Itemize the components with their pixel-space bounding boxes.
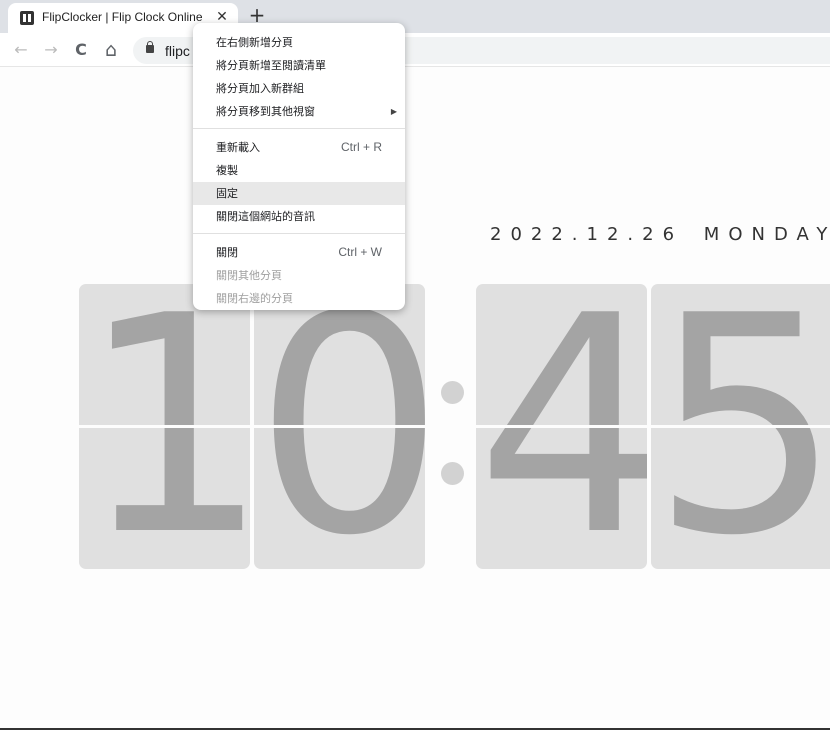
menu-divider [193,233,405,234]
card-split-line [476,425,647,428]
hour-tens-card: 1 [79,284,250,569]
tab-title: FlipClocker | Flip Clock Online a [42,10,202,24]
menu-item-close[interactable]: 關閉 Ctrl + W [193,241,405,264]
menu-item-shortcut: Ctrl + W [338,245,382,259]
menu-item-duplicate[interactable]: 複製 [193,159,405,182]
menu-item-close-right[interactable]: 關閉右邊的分頁 [193,287,405,310]
home-icon[interactable]: ⌂ [101,40,121,60]
menu-item-label: 在右側新增分頁 [216,36,293,49]
colon-bottom-dot [441,462,464,485]
menu-item-label: 關閉其他分頁 [216,269,282,282]
menu-item-add-to-group[interactable]: 將分頁加入新群組 [193,77,405,100]
reload-icon[interactable]: C [71,40,91,60]
menu-item-label: 將分頁移到其他視窗 [216,105,315,118]
colon-top-dot [441,381,464,404]
menu-item-label: 關閉這個網站的音訊 [216,210,315,223]
back-arrow-icon[interactable]: ← [11,40,31,60]
weekday-text: MONDAY [703,224,830,245]
menu-item-label: 關閉 [216,246,238,259]
minute-ones-card: 5 [651,284,830,569]
menu-item-reload[interactable]: 重新載入 Ctrl + R [193,136,405,159]
menu-item-mute-site[interactable]: 關閉這個網站的音訊 [193,205,405,228]
lock-icon[interactable] [146,41,154,53]
browser-toolbar: ← → C ⌂ flipc [0,33,830,67]
forward-arrow-icon[interactable]: → [41,40,61,60]
minute-tens-card: 4 [476,284,647,569]
hour-ones-card: 0 [254,284,425,569]
submenu-arrow-icon: ▶ [390,107,397,116]
date-display: 2022.12.26 MONDAY [490,224,830,245]
card-split-line [79,425,250,428]
menu-item-shortcut: Ctrl + R [340,140,382,154]
card-split-line [651,425,830,428]
menu-item-pin[interactable]: 固定 [193,182,405,205]
menu-item-label: 複製 [216,164,238,177]
menu-item-close-others[interactable]: 關閉其他分頁 [193,264,405,287]
tab-context-menu: 在右側新增分頁 將分頁新增至閱讀清單 將分頁加入新群組 將分頁移到其他視窗 ▶ … [193,23,405,310]
menu-item-label: 關閉右邊的分頁 [216,292,293,305]
menu-divider [193,128,405,129]
menu-item-label: 重新載入 [216,141,260,154]
url-text: flipc [165,43,190,59]
menu-item-label: 固定 [216,187,238,200]
menu-item-new-tab-right[interactable]: 在右側新增分頁 [193,31,405,54]
menu-item-add-reading-list[interactable]: 將分頁新增至閱讀清單 [193,54,405,77]
menu-item-label: 將分頁加入新群組 [216,82,304,95]
menu-item-move-to-window[interactable]: 將分頁移到其他視窗 ▶ [193,100,405,123]
card-split-line [254,425,425,428]
date-text: 2022.12.26 [490,224,684,245]
flipclocker-logo-icon [20,11,34,25]
menu-item-label: 將分頁新增至閱讀清單 [216,59,326,72]
tab-strip: FlipClocker | Flip Clock Online a ✕ + [0,0,830,33]
